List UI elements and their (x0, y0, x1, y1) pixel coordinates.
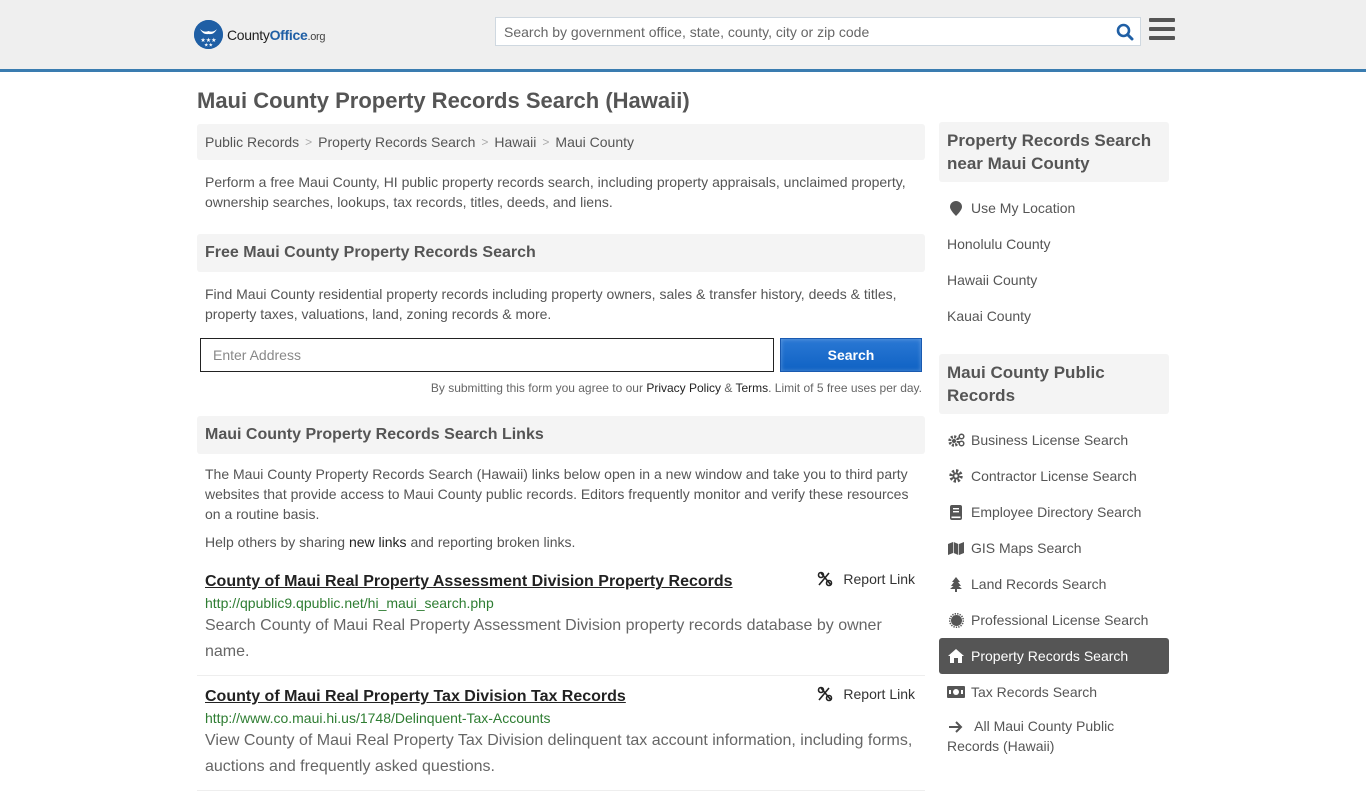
report-link-button[interactable]: Report Link (817, 571, 915, 587)
sidebar: Property Records Search near Maui County… (939, 122, 1169, 758)
home-icon (947, 649, 965, 663)
public-records-list: Business License Search Contractor Licen… (939, 422, 1169, 758)
breadcrumb-public-records[interactable]: Public Records (205, 134, 299, 150)
arrow-right-icon (947, 721, 965, 734)
hamburger-menu-icon[interactable] (1149, 18, 1175, 42)
sidebar-item-hawaii-county[interactable]: Hawaii County (939, 262, 1169, 298)
use-my-location-link[interactable]: Use My Location (971, 200, 1075, 216)
search-icon[interactable] (1110, 18, 1140, 45)
site-header: ★★★ ★★ CountyOffice.org (0, 0, 1366, 72)
result-url[interactable]: http://qpublic9.qpublic.net/hi_maui_sear… (205, 595, 917, 611)
form-disclaimer: By submitting this form you agree to our… (430, 381, 922, 395)
address-input[interactable] (200, 338, 774, 372)
privacy-policy-link[interactable]: Privacy Policy (646, 381, 721, 395)
report-link-button[interactable]: Report Link (817, 686, 915, 702)
result-item: County of Maui Real Property Assessment … (197, 571, 925, 676)
eagle-logo-icon: ★★★ ★★ (194, 20, 223, 49)
svg-text:★★: ★★ (204, 43, 213, 49)
breadcrumb: Public Records > Property Records Search… (197, 124, 925, 160)
sidebar-link[interactable]: Professional License Search (971, 612, 1148, 628)
use-my-location-item[interactable]: Use My Location (939, 190, 1169, 226)
sidebar-link[interactable]: GIS Maps Search (971, 540, 1082, 556)
links-description: The Maui County Property Records Search … (205, 466, 909, 522)
main-content: Public Records > Property Records Search… (197, 124, 925, 791)
result-title-link[interactable]: County of Maui Real Property Tax Divisio… (205, 686, 917, 708)
page-title: Maui County Property Records Search (Haw… (197, 88, 690, 113)
result-title-link[interactable]: County of Maui Real Property Assessment … (205, 571, 917, 593)
nearby-list: Use My Location Honolulu County Hawaii C… (939, 190, 1169, 334)
sidebar-link[interactable]: Property Records Search (971, 648, 1128, 664)
sidebar-link[interactable]: Contractor License Search (971, 468, 1137, 484)
sidebar-link[interactable]: Hawaii County (947, 272, 1037, 288)
result-description: Search County of Maui Real Property Asse… (205, 617, 882, 660)
sidebar-item-tax-records[interactable]: Tax Records Search (939, 674, 1169, 710)
sidebar-link[interactable]: Tax Records Search (971, 684, 1097, 700)
sidebar-link[interactable]: Honolulu County (947, 236, 1051, 252)
public-records-heading: Maui County Public Records (939, 354, 1169, 414)
sidebar-item-business-license[interactable]: Business License Search (939, 422, 1169, 458)
sidebar-item-land-records[interactable]: Land Records Search (939, 566, 1169, 602)
sidebar-item-gis-maps[interactable]: GIS Maps Search (939, 530, 1169, 566)
money-icon (947, 686, 965, 698)
sidebar-link[interactable]: Employee Directory Search (971, 504, 1141, 520)
breadcrumb-property-records-search[interactable]: Property Records Search (318, 134, 475, 150)
cogs-icon (947, 433, 965, 447)
breadcrumb-separator: > (542, 135, 550, 149)
breadcrumb-maui-county[interactable]: Maui County (555, 134, 634, 150)
result-url[interactable]: http://www.co.maui.hi.us/1748/Delinquent… (205, 710, 917, 726)
free-search-description: Find Maui County residential property re… (205, 286, 897, 322)
broken-link-icon (818, 686, 833, 702)
intro-text: Perform a free Maui County, HI public pr… (205, 174, 906, 210)
terms-link[interactable]: Terms (735, 381, 768, 395)
new-links-link[interactable]: new links (349, 534, 407, 550)
map-icon (947, 541, 965, 555)
logo-text: CountyOffice.org (227, 26, 326, 43)
sidebar-link[interactable]: Business License Search (971, 432, 1128, 448)
breadcrumb-separator: > (481, 135, 489, 149)
search-button[interactable]: Search (780, 338, 922, 372)
sidebar-item-professional-license[interactable]: Professional License Search (939, 602, 1169, 638)
sidebar-link[interactable]: Land Records Search (971, 576, 1106, 592)
sidebar-item-all-public-records[interactable]: All Maui County Public Records (Hawaii) (939, 710, 1169, 758)
sidebar-item-kauai-county[interactable]: Kauai County (939, 298, 1169, 334)
book-icon (947, 504, 965, 520)
sidebar-item-honolulu-county[interactable]: Honolulu County (939, 226, 1169, 262)
tree-icon (947, 576, 965, 592)
sidebar-item-property-records[interactable]: Property Records Search (939, 638, 1169, 674)
address-search-form: Search (200, 338, 922, 372)
site-search-input[interactable] (496, 18, 1110, 45)
sidebar-link[interactable]: All Maui County Public Records (Hawaii) (947, 718, 1114, 754)
result-description: View County of Maui Real Property Tax Di… (205, 732, 913, 775)
sidebar-item-employee-directory[interactable]: Employee Directory Search (939, 494, 1169, 530)
site-search (495, 17, 1141, 46)
nearby-heading: Property Records Search near Maui County (939, 122, 1169, 182)
breadcrumb-separator: > (305, 135, 313, 149)
links-heading: Maui County Property Records Search Link… (197, 416, 925, 454)
map-marker-icon (947, 200, 965, 216)
logo[interactable]: ★★★ ★★ CountyOffice.org (194, 20, 326, 49)
breadcrumb-hawaii[interactable]: Hawaii (494, 134, 536, 150)
help-text: Help others by sharing new links and rep… (205, 534, 576, 550)
certificate-icon (947, 612, 965, 628)
broken-link-icon (818, 571, 833, 587)
free-search-heading: Free Maui County Property Records Search (197, 234, 925, 272)
gear-icon (947, 469, 965, 483)
results-list: County of Maui Real Property Assessment … (197, 571, 925, 791)
result-item: County of Maui Real Property Tax Divisio… (197, 676, 925, 791)
sidebar-link[interactable]: Kauai County (947, 308, 1031, 324)
sidebar-item-contractor-license[interactable]: Contractor License Search (939, 458, 1169, 494)
